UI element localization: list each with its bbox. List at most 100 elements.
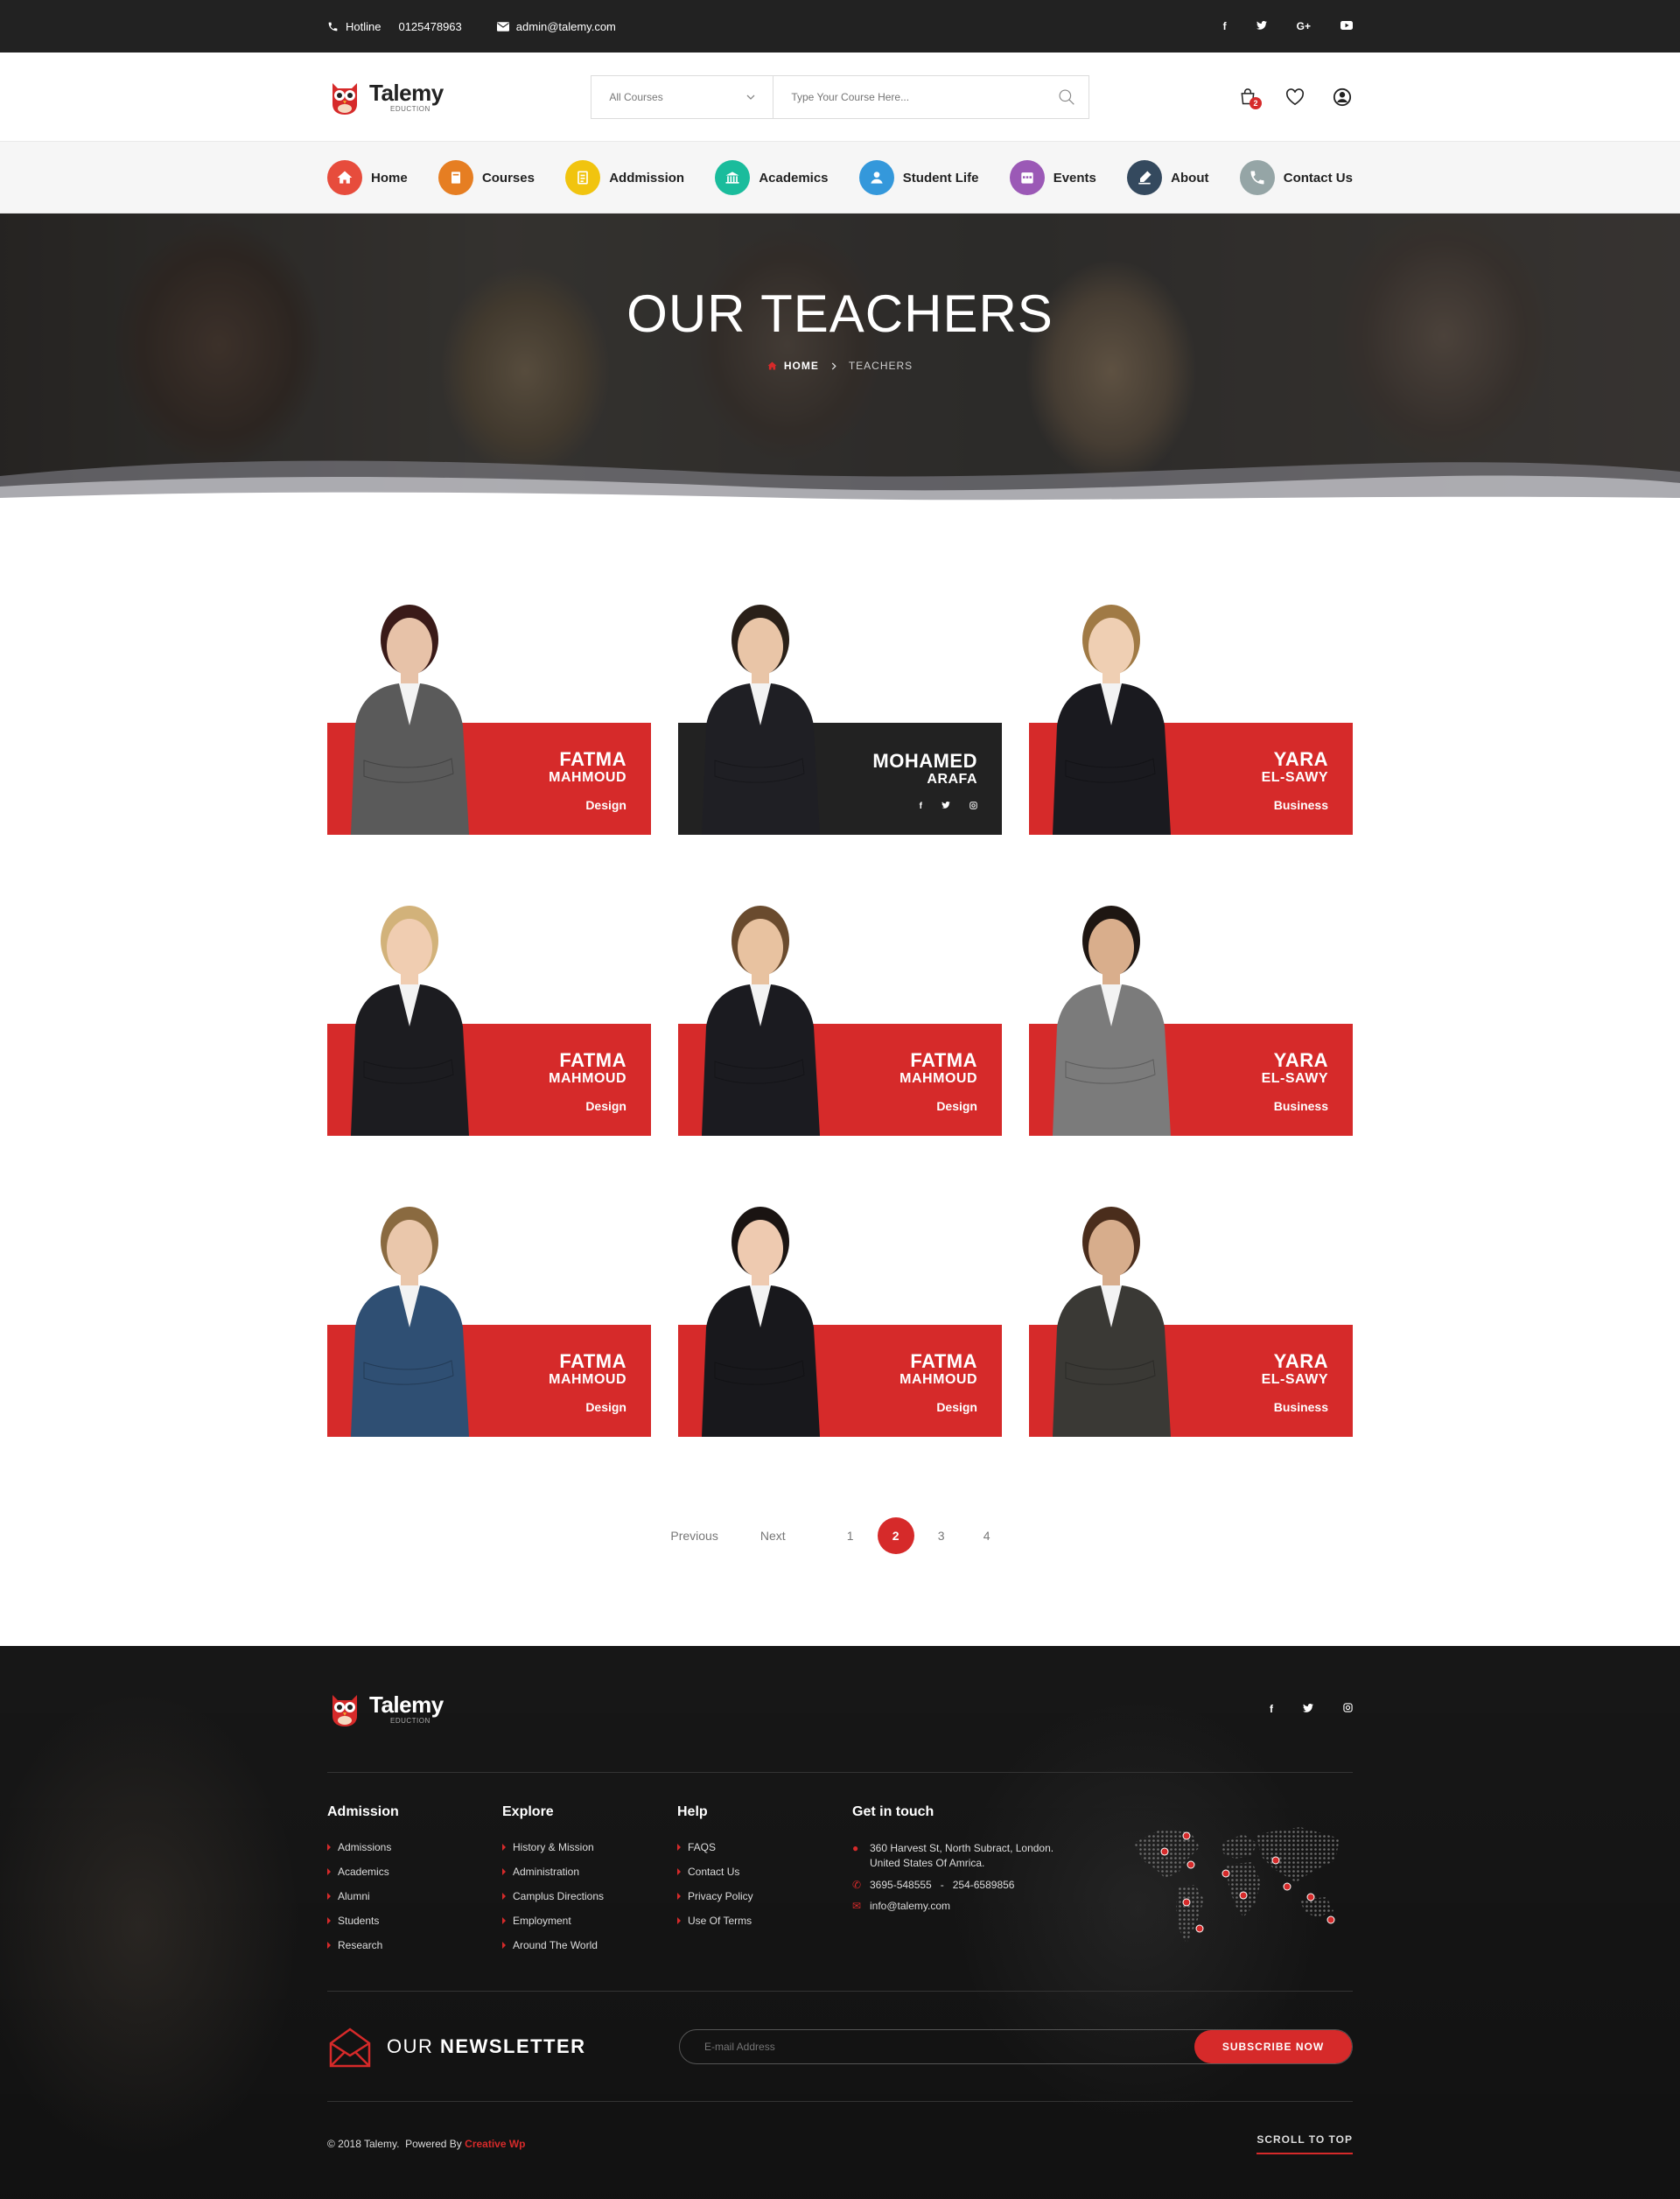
hotline[interactable]: Hotline 0125478963 [327, 20, 462, 33]
twitter-icon[interactable] [1256, 20, 1267, 32]
teacher-card[interactable]: FATMA MAHMOUD Design [327, 585, 651, 835]
newsletter-email-input[interactable] [704, 2040, 1054, 2053]
teacher-photo [702, 605, 820, 835]
envelope-plane-icon [329, 2027, 371, 2067]
teacher-info: FATMA MAHMOUD Design [549, 1050, 626, 1113]
nav-item-label: Events [1053, 170, 1096, 186]
facebook-icon[interactable]: f [1270, 1703, 1273, 1715]
account-button[interactable] [1332, 87, 1353, 108]
teacher-info: FATMA MAHMOUD Design [549, 749, 626, 812]
course-search: All Courses [591, 75, 1090, 119]
twitter-icon[interactable] [942, 801, 950, 812]
teacher-last-name: MAHMOUD [549, 1070, 626, 1086]
teacher-card[interactable]: YARA EL-SAWY Business [1029, 886, 1353, 1136]
teacher-info: FATMA MAHMOUD Design [900, 1050, 977, 1113]
teacher-card[interactable]: FATMA MAHMOUD Design [327, 886, 651, 1136]
nav-item-label: Student Life [902, 170, 979, 186]
google-plus-icon[interactable]: G+ [1297, 20, 1311, 32]
breadcrumb-home[interactable]: HOME [767, 360, 819, 372]
footer-link[interactable]: Contact Us [677, 1866, 852, 1878]
contact-phone[interactable]: ✆ 3695-548555 - 254-6589856 [852, 1878, 1115, 1893]
nav-item-home[interactable]: Home [327, 160, 408, 195]
chevron-down-icon [746, 95, 755, 100]
footer-link[interactable]: Alumni [327, 1890, 502, 1902]
envelope-icon: ✉ [852, 1900, 862, 1913]
footer-link[interactable]: Students [327, 1915, 502, 1927]
contact-email[interactable]: ✉ info@talemy.com [852, 1899, 1115, 1914]
footer-column-title: Admission [327, 1804, 399, 1819]
footer-link[interactable]: Camplus Directions [502, 1890, 677, 1902]
footer-link[interactable]: Use Of Terms [677, 1915, 852, 1927]
footer-link-label: Privacy Policy [688, 1890, 753, 1902]
cart-count-badge: 2 [1250, 97, 1262, 109]
nav-item-label: Contact Us [1283, 170, 1353, 186]
nav-item-student-life[interactable]: Student Life [858, 160, 979, 195]
instagram-icon[interactable] [970, 802, 977, 812]
footer-link[interactable]: FAQS [677, 1841, 852, 1853]
footer-link[interactable]: Administration [502, 1866, 677, 1878]
building-icon [715, 160, 751, 195]
facebook-icon[interactable]: f [920, 802, 922, 812]
twitter-icon[interactable] [1303, 1703, 1313, 1715]
facebook-icon[interactable]: f [1223, 20, 1227, 32]
youtube-icon[interactable] [1340, 20, 1353, 32]
breadcrumb-current: TEACHERS [848, 360, 914, 372]
footer-link-label: Academics [338, 1866, 389, 1878]
powered-by-link[interactable]: Creative Wp [465, 2138, 525, 2150]
footer-logo[interactable]: Talemy EDUCTION [327, 1690, 444, 1728]
footer-column-title: Help [677, 1804, 708, 1819]
footer-link-label: Employment [513, 1915, 571, 1927]
teacher-last-name: MAHMOUD [900, 1371, 977, 1387]
previous-page-link[interactable]: Previous [670, 1517, 718, 1554]
teacher-card[interactable]: YARA EL-SAWY Business [1029, 1187, 1353, 1437]
teacher-card[interactable]: FATMA MAHMOUD Design [327, 1187, 651, 1437]
nav-item-courses[interactable]: Courses [438, 160, 535, 195]
logo[interactable]: Talemy EDUCTION [327, 78, 444, 116]
envelope-icon [496, 21, 509, 32]
teacher-card[interactable]: FATMA MAHMOUD Design [678, 886, 1002, 1136]
page-hero: OUR TEACHERS HOME TEACHERS [0, 214, 1680, 511]
page-link-1[interactable]: 1 [832, 1517, 869, 1554]
contact-phone-text: 3695-548555 - 254-6589856 [870, 1878, 1015, 1891]
next-page-link[interactable]: Next [760, 1517, 786, 1554]
bullet-arrow-icon [677, 1917, 681, 1924]
teacher-subject: Design [936, 1099, 977, 1113]
top-email[interactable]: admin@talemy.com [496, 20, 616, 33]
footer-link[interactable]: Admissions [327, 1841, 502, 1853]
search-input[interactable] [774, 76, 1046, 118]
nav-item-addmission[interactable]: Addmission [565, 160, 684, 195]
teacher-card[interactable]: YARA EL-SAWY Business [1029, 585, 1353, 835]
teacher-info: YARA EL-SAWY Business [1262, 749, 1328, 812]
teacher-first-name: YARA [1273, 1048, 1328, 1071]
footer-link[interactable]: Around The World [502, 1939, 677, 1951]
page-link-3[interactable]: 3 [923, 1517, 960, 1554]
category-select[interactable]: All Courses [592, 76, 774, 118]
subscribe-button[interactable]: SUBSCRIBE NOW [1194, 2029, 1352, 2063]
page-link-2[interactable]: 2 [877, 1517, 914, 1554]
teacher-card[interactable]: FATMA MAHMOUD Design [678, 1187, 1002, 1437]
contact-email-text: info@talemy.com [870, 1900, 950, 1913]
bullet-arrow-icon [502, 1942, 506, 1949]
instagram-icon[interactable] [1343, 1703, 1353, 1715]
page-link-4[interactable]: 4 [969, 1517, 1005, 1554]
footer-link[interactable]: Research [327, 1939, 502, 1951]
user-circle-icon [1333, 88, 1352, 107]
teacher-card[interactable]: MOHAMED ARAFA f [678, 585, 1002, 835]
nav-item-events[interactable]: Events [1009, 160, 1096, 195]
nav-item-academics[interactable]: Academics [715, 160, 829, 195]
search-button[interactable] [1045, 76, 1088, 118]
nav-item-contact-us[interactable]: Contact Us [1239, 160, 1353, 195]
bullet-arrow-icon [677, 1893, 681, 1900]
teacher-last-name: EL-SAWY [1261, 1070, 1328, 1086]
wishlist-button[interactable] [1284, 87, 1306, 108]
footer-link[interactable]: Employment [502, 1915, 677, 1927]
nav-item-about[interactable]: About [1127, 160, 1208, 195]
site-header: Talemy EDUCTION All Courses 2 [0, 53, 1680, 142]
footer-link[interactable]: Academics [327, 1866, 502, 1878]
footer-link[interactable]: History & Mission [502, 1841, 677, 1853]
scroll-to-top-link[interactable]: SCROLL TO TOP [1256, 2133, 1353, 2154]
teacher-info: FATMA MAHMOUD Design [549, 1351, 626, 1414]
footer-link[interactable]: Privacy Policy [677, 1890, 852, 1902]
cart-button[interactable]: 2 [1237, 87, 1262, 109]
breadcrumb: HOME TEACHERS [0, 360, 1680, 372]
